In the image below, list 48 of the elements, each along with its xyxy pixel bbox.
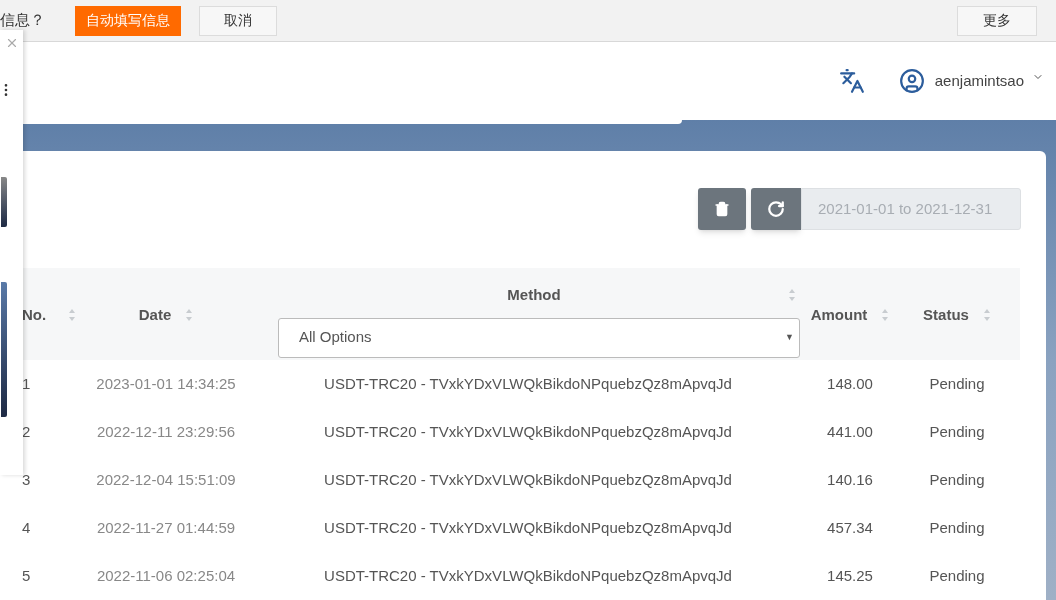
column-header[interactable]: Status <box>923 303 969 327</box>
table-cell-text: USDT-TRC20 - TVxkYDxVLWQkBikdoNPquebzQz8mApvqJd <box>323 421 733 442</box>
table-cell-text: USDT-TRC20 - TVxkYDxVLWQkBikdoNPquebzQz8mApvqJd <box>323 373 733 394</box>
column-header[interactable]: Amount <box>810 303 868 327</box>
user-icon[interactable] <box>898 68 925 94</box>
username[interactable]: aenjamintsao <box>934 69 1024 93</box>
method-filter-select[interactable]: All Options ▼ <box>278 317 800 358</box>
table-cell-text: 2022-12-04 15:51:09 <box>95 469 237 490</box>
dropdown-arrow-icon: ▼ <box>785 330 794 345</box>
table-cell-text: 2 <box>22 421 32 442</box>
more-button[interactable]: 更多 <box>957 5 1037 36</box>
table-cell-text: Pending <box>928 565 986 586</box>
trash-icon <box>714 201 730 217</box>
table-cell-text: Pending <box>928 373 986 394</box>
table-cell-text: 3 <box>22 469 32 490</box>
cancel-button[interactable]: 取消 <box>199 5 277 36</box>
table-cell-text: USDT-TRC20 - TVxkYDxVLWQkBikdoNPquebzQz8mApvqJd <box>323 517 733 538</box>
table-cell-text: Pending <box>928 517 986 538</box>
table-cell-text: 457.34 <box>826 517 874 538</box>
sort-icon[interactable] <box>881 308 890 322</box>
table-cell-text: 140.16 <box>826 469 874 490</box>
table-cell-text: 4 <box>22 517 32 538</box>
refresh-button[interactable] <box>751 188 801 230</box>
sort-icon[interactable] <box>982 308 991 322</box>
sort-icon[interactable] <box>185 308 194 322</box>
sort-icon[interactable] <box>68 308 76 322</box>
table-cell-text: 2022-11-06 02:25:04 <box>95 565 237 586</box>
translate-icon[interactable] <box>838 68 865 94</box>
table-cell-text: Pending <box>928 469 986 490</box>
column-header[interactable]: Date <box>138 303 172 327</box>
table-cell-text: USDT-TRC20 - TVxkYDxVLWQkBikdoNPquebzQz8mApvqJd <box>323 565 733 586</box>
table-cell-text: 148.00 <box>826 373 874 394</box>
sort-icon[interactable] <box>788 288 796 303</box>
column-header[interactable]: No. <box>22 303 47 327</box>
table-cell-text: 5 <box>22 565 32 586</box>
delete-button[interactable] <box>698 188 746 230</box>
table-cell-text: 145.25 <box>826 565 874 586</box>
table-cell-text: 2023-01-01 14:34:25 <box>95 373 237 394</box>
table-cell-text: USDT-TRC20 - TVxkYDxVLWQkBikdoNPquebzQz8mApvqJd <box>323 469 733 490</box>
table-cell-text: 2022-11-27 01:44:59 <box>95 517 237 538</box>
table-cell-text: 1 <box>22 373 32 394</box>
thumbnail-placeholder <box>0 177 7 227</box>
column-header[interactable]: Method <box>280 284 788 307</box>
table-cell-text: 441.00 <box>826 421 874 442</box>
table-cell-text: 2022-12-11 23:29:56 <box>95 421 237 442</box>
table-cell-text: Pending <box>928 421 986 442</box>
refresh-icon <box>767 200 785 218</box>
autofill-prompt: 信息？ <box>0 10 46 31</box>
